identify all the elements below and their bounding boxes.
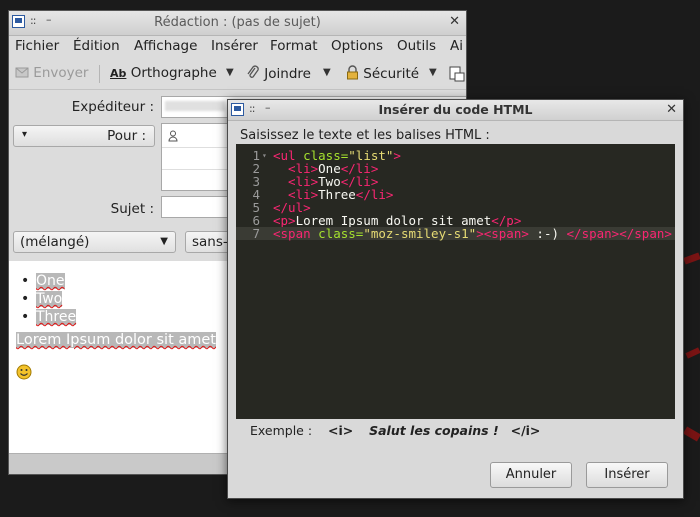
compose-titlebar[interactable]: :: – Rédaction : (pas de sujet) ✕ <box>9 11 466 36</box>
menu-options[interactable]: Options <box>331 38 383 54</box>
attach-button[interactable]: Joindre <box>246 65 311 82</box>
save-icon[interactable] <box>449 66 465 82</box>
menu-fichier[interactable]: Fichier <box>15 38 59 54</box>
list-item-text: Two <box>36 291 63 307</box>
code-token: <span <box>273 226 319 241</box>
dialog-instruction: Saisissez le texte et les balises HTML : <box>240 128 490 143</box>
paragraph-style-select[interactable]: (mélangé) ▼ <box>13 231 176 253</box>
code-token: ><span> <box>476 226 529 241</box>
attach-dropdown-icon[interactable]: ▼ <box>323 67 331 78</box>
example-label: Exemple : <box>250 423 313 438</box>
toolbar-separator <box>99 65 100 83</box>
send-label: Envoyer <box>33 65 89 81</box>
code-token: </span></span> <box>566 226 672 241</box>
close-icon[interactable]: ✕ <box>449 14 460 29</box>
list-item-text: Three <box>36 309 77 325</box>
dialog-title: Insérer du code HTML <box>378 102 533 117</box>
code-token: :-) <box>528 226 567 241</box>
desktop-accent <box>683 426 700 442</box>
window-title: Rédaction : (pas de sujet) <box>154 15 321 30</box>
from-value-redacted <box>165 101 225 111</box>
spellcheck-dropdown-icon[interactable]: ▼ <box>226 67 234 78</box>
attach-label: Joindre <box>264 66 311 82</box>
list-item: • Two <box>21 291 63 307</box>
dialog-titlebar[interactable]: :: – Insérer du code HTML ✕ <box>228 100 683 121</box>
menubar: Fichier Édition Affichage Insérer Format… <box>9 36 466 58</box>
list-item: • Three <box>21 309 77 325</box>
menu-inserer[interactable]: Insérer <box>211 38 258 54</box>
fold-arrow-icon[interactable]: ▾ <box>262 149 267 162</box>
code-token: </li> <box>355 187 394 202</box>
from-label: Expéditeur : <box>71 99 154 115</box>
code-line[interactable]: 7 <span class="moz-smiley-s1"><span> :-) … <box>236 227 675 240</box>
example-text: Salut les copains ! <box>369 423 499 438</box>
code-token: > <box>393 148 401 163</box>
paperclip-icon <box>247 65 259 78</box>
smiley-icon <box>16 364 32 380</box>
list-item-text: One <box>36 273 65 289</box>
security-button[interactable]: Sécurité <box>346 65 419 82</box>
desktop-accent <box>685 347 700 359</box>
line-number: 7 <box>252 226 260 241</box>
subject-label: Sujet : <box>110 201 154 217</box>
menu-format[interactable]: Format <box>270 38 318 54</box>
padlock-icon <box>347 65 358 80</box>
to-type-dropdown[interactable]: ▾ Pour : <box>13 125 155 147</box>
html-code-editor[interactable]: 1 ▾ <ul class="list"> 2 <li>One</li> 3 <li>T… <box>236 144 675 419</box>
menu-edition[interactable]: Édition <box>73 38 120 54</box>
body-paragraph-text: Lorem Ipsum dolor sit amet <box>16 332 216 348</box>
insert-html-dialog: :: – Insérer du code HTML ✕ Saisissez le… <box>227 99 684 499</box>
to-label: Pour : <box>107 128 146 144</box>
example-open-tag: <i> <box>327 423 354 438</box>
contact-icon <box>168 130 178 142</box>
code-token: Three <box>318 187 356 202</box>
insert-button[interactable]: Insérer <box>586 462 668 488</box>
body-paragraph: Lorem Ipsum dolor sit amet <box>16 332 216 348</box>
spellcheck-icon: Ab <box>110 67 127 80</box>
cancel-button[interactable]: Annuler <box>490 462 572 488</box>
security-label: Sécurité <box>363 66 420 82</box>
toolbar: Envoyer Ab Orthographe ▼ Joindre ▼ Sécur… <box>9 59 466 90</box>
menu-affichage[interactable]: Affichage <box>134 38 197 54</box>
example-line: Exemple : <i> Salut les copains ! </i> <box>250 423 540 438</box>
body-list: • One • Two • Three <box>21 272 77 326</box>
spellcheck-label: Orthographe <box>130 65 217 81</box>
code-token: class= <box>318 226 364 241</box>
desktop-accent <box>683 252 700 265</box>
menu-outils[interactable]: Outils <box>397 38 436 54</box>
send-icon <box>15 67 29 78</box>
spellcheck-button[interactable]: Ab Orthographe <box>110 65 217 81</box>
list-item: • One <box>21 273 65 289</box>
paragraph-style-value: (mélangé) <box>20 234 90 250</box>
code-text: <span class="moz-smiley-s1"><span> :-) <… <box>273 227 672 240</box>
paragraph-style-arrow-icon: ▼ <box>160 236 168 247</box>
security-dropdown-icon[interactable]: ▼ <box>429 67 437 78</box>
code-token: "moz-smiley-s1" <box>363 226 477 241</box>
send-button[interactable]: Envoyer <box>15 65 88 81</box>
example-close-tag: </i> <box>510 423 541 438</box>
dialog-close-icon[interactable]: ✕ <box>666 102 677 117</box>
to-dropdown-arrow-icon: ▾ <box>22 129 28 140</box>
menu-aide[interactable]: Ai <box>450 38 463 54</box>
